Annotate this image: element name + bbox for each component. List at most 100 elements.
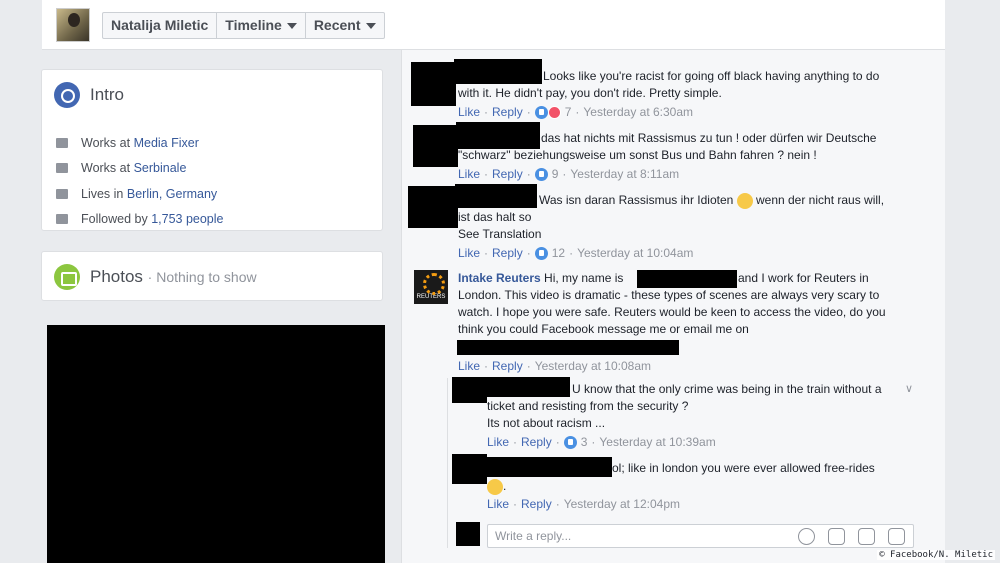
intro-item-link-followers[interactable]: 1,753 people xyxy=(151,212,223,226)
like-button[interactable]: Like xyxy=(458,359,480,373)
intro-item-prefix: Lives in xyxy=(81,186,124,201)
separator: · xyxy=(526,246,531,260)
reply-button[interactable]: Reply xyxy=(492,167,523,181)
recent-dropdown[interactable]: Recent xyxy=(306,13,384,38)
redacted-email xyxy=(457,340,679,355)
comment-text: London. This video is dramatic - these t… xyxy=(458,288,880,302)
reply-text: . xyxy=(503,479,507,493)
separator: · xyxy=(569,246,574,260)
reply-thread-line xyxy=(447,378,448,548)
reaction-count[interactable]: 7 xyxy=(565,105,572,119)
intro-list: Works at Media Fixer Works at Serbinale … xyxy=(56,130,223,232)
separator: · xyxy=(513,497,518,511)
like-button[interactable]: Like xyxy=(487,497,509,511)
camera-icon[interactable] xyxy=(828,528,845,545)
see-translation-link[interactable]: See Translation xyxy=(458,226,541,243)
comment-text: think you could Facebook message me or e… xyxy=(458,322,749,336)
intro-item-link-berlin[interactable]: Berlin, Germany xyxy=(127,187,217,201)
comment-text: Looks like you're racist for going off b… xyxy=(543,69,880,83)
love-reaction-icon xyxy=(547,105,561,119)
reply-tools xyxy=(798,528,905,545)
intro-item-followers: Followed by 1,753 people xyxy=(56,207,223,233)
redacted-avatar xyxy=(456,522,480,546)
comment-actions: Like · Reply · Yesterday at 10:08am xyxy=(458,359,651,373)
intro-title: Intro xyxy=(90,85,125,104)
reply-actions: Like · Reply · Yesterday at 12:04pm xyxy=(487,497,680,511)
comment-timestamp[interactable]: Yesterday at 6:30am xyxy=(583,105,693,119)
comment-timestamp[interactable]: Yesterday at 8:11am xyxy=(570,167,679,181)
reaction-count[interactable]: 3 xyxy=(581,435,588,449)
intro-item-prefix: Works at xyxy=(81,135,131,150)
comment-text: "schwarz" beziehungsweise um sonst Bus u… xyxy=(458,148,817,162)
reply-button[interactable]: Reply xyxy=(492,105,523,119)
photos-title[interactable]: Photos · Nothing to show xyxy=(90,267,257,287)
photo-credit: © Facebook/N. Miletic xyxy=(877,550,995,560)
breadcrumb: Natalija Miletic Timeline Recent xyxy=(102,12,385,39)
intro-item-lives: Lives in Berlin, Germany xyxy=(56,181,223,207)
reply-text: ol; like in london you were ever allowed… xyxy=(612,461,875,475)
reaction-count[interactable]: 12 xyxy=(552,246,565,260)
comment-author[interactable]: Intake Reuters xyxy=(458,271,541,285)
smile-emoji-icon xyxy=(487,478,503,495)
reply-text: Its not about racism ... xyxy=(487,416,606,430)
photos-title-text: Photos xyxy=(90,267,143,286)
photos-card: Photos · Nothing to show xyxy=(41,251,383,301)
separator: · xyxy=(562,167,567,181)
redacted-avatar xyxy=(411,62,456,106)
separator: · xyxy=(591,435,596,449)
like-button[interactable]: Like xyxy=(458,167,480,181)
comment-timestamp[interactable]: Yesterday at 10:04am xyxy=(577,246,693,260)
redacted-name xyxy=(456,122,540,149)
chevron-down-icon xyxy=(286,22,297,29)
emoji-icon[interactable] xyxy=(798,528,815,545)
separator: · xyxy=(484,246,489,260)
like-button[interactable]: Like xyxy=(487,435,509,449)
sticker-icon[interactable] xyxy=(888,528,905,545)
separator: · xyxy=(555,435,560,449)
gif-icon[interactable] xyxy=(858,528,875,545)
reply-button[interactable]: Reply xyxy=(521,497,552,511)
like-button[interactable]: Like xyxy=(458,105,480,119)
like-reaction-icon xyxy=(534,167,548,181)
profile-avatar[interactable] xyxy=(56,8,90,42)
intro-card: Intro Works at Media Fixer Works at Serb… xyxy=(41,69,383,231)
recent-label: Recent xyxy=(313,17,361,33)
redacted-name xyxy=(455,184,537,208)
reply-timestamp[interactable]: Yesterday at 12:04pm xyxy=(564,497,680,511)
comment-text: das hat nichts mit Rassismus zu tun ! od… xyxy=(541,131,877,145)
redacted-name xyxy=(637,270,737,288)
reply-timestamp[interactable]: Yesterday at 10:39am xyxy=(599,435,715,449)
comment-timestamp[interactable]: Yesterday at 10:08am xyxy=(535,359,651,373)
redacted-name xyxy=(485,377,570,397)
comment-actions: Like · Reply · 9 · Yesterday at 8:11am xyxy=(458,167,679,181)
like-reaction-icon xyxy=(534,246,548,260)
separator: · xyxy=(484,359,489,373)
separator: · xyxy=(526,105,531,119)
separator: · xyxy=(526,359,531,373)
home-icon xyxy=(56,188,68,199)
separator: · xyxy=(526,167,531,181)
comment-text-line: Intake Reuters Hi, my name is xyxy=(458,270,623,287)
reply-actions: Like · Reply · 3 · Yesterday at 10:39am xyxy=(487,435,716,449)
reply-button[interactable]: Reply xyxy=(492,246,523,260)
like-reaction-icon xyxy=(563,435,577,449)
reply-button[interactable]: Reply xyxy=(492,359,523,373)
intro-item-prefix: Followed by xyxy=(81,212,148,227)
intro-item-link-serbinale[interactable]: Serbinale xyxy=(134,161,187,175)
reaction-count[interactable]: 9 xyxy=(552,167,559,181)
reply-input[interactable]: Write a reply... xyxy=(487,524,914,548)
chevron-down-icon[interactable]: ∨ xyxy=(905,382,913,395)
photos-subtitle: · Nothing to show xyxy=(147,269,257,285)
separator: · xyxy=(555,497,560,511)
timeline-dropdown[interactable]: Timeline xyxy=(217,13,306,38)
profile-name-crumb[interactable]: Natalija Miletic xyxy=(103,13,218,38)
like-button[interactable]: Like xyxy=(458,246,480,260)
comment-text: with it. He didn't pay, you don't ride. … xyxy=(458,86,722,100)
comment-text: and I work for Reuters in xyxy=(738,271,869,285)
separator: · xyxy=(513,435,518,449)
intro-item-link-media-fixer[interactable]: Media Fixer xyxy=(134,136,199,150)
reuters-avatar[interactable]: REUTERS xyxy=(414,270,448,304)
comment-actions: Like · Reply · 12 · Yesterday at 10:04am xyxy=(458,246,693,260)
comment-text: wenn der nicht raus will, xyxy=(755,193,885,207)
reply-button[interactable]: Reply xyxy=(521,435,552,449)
